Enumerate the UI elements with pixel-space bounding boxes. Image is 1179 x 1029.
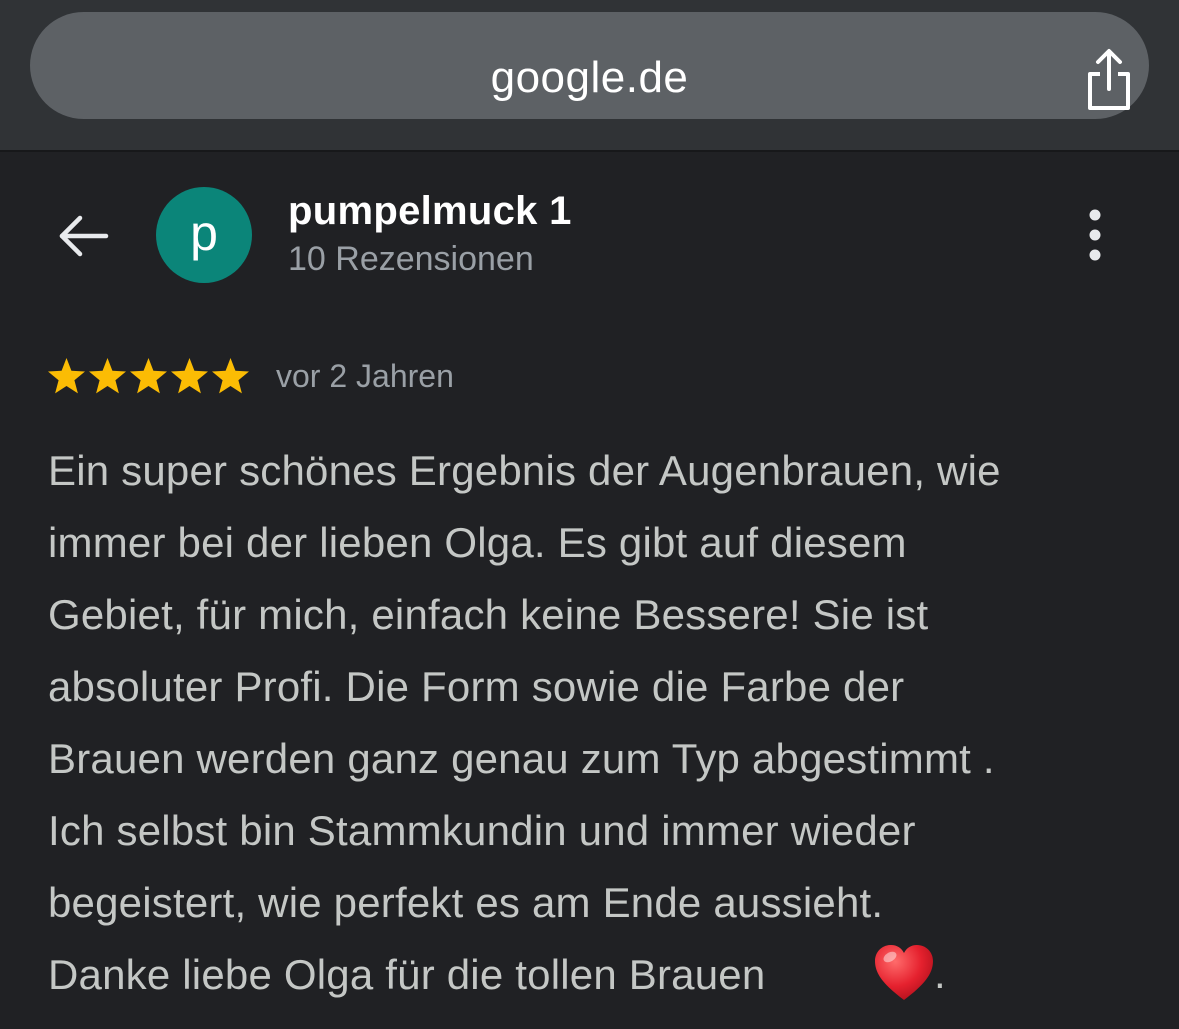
star-icon	[89, 358, 126, 394]
review-date: vor 2 Jahren	[276, 358, 454, 394]
browser-bar: google.de	[0, 0, 1179, 152]
review-text-end: .	[934, 950, 946, 997]
heart-icon	[872, 942, 936, 1006]
star-icon	[130, 358, 167, 394]
share-icon[interactable]	[1078, 44, 1140, 114]
star-icon	[171, 358, 208, 394]
more-vertical-icon[interactable]	[1075, 205, 1115, 265]
page: google.de p pumpelmuck 1 10 Rezensionen	[0, 0, 1179, 1029]
star-icon	[212, 358, 249, 394]
avatar[interactable]: p	[156, 187, 252, 283]
reviewer-name[interactable]: pumpelmuck 1	[288, 186, 572, 236]
address-bar[interactable]: google.de	[30, 12, 1149, 119]
star-icon	[48, 358, 85, 394]
arrow-back-icon[interactable]	[52, 206, 114, 266]
avatar-letter: p	[190, 205, 218, 261]
review-text: Ein super schönes Ergebnis der Augenbrau…	[48, 447, 1001, 998]
star-rating	[46, 352, 251, 400]
review-count: 10 Rezensionen	[288, 240, 534, 278]
url-text[interactable]: google.de	[30, 50, 1149, 106]
